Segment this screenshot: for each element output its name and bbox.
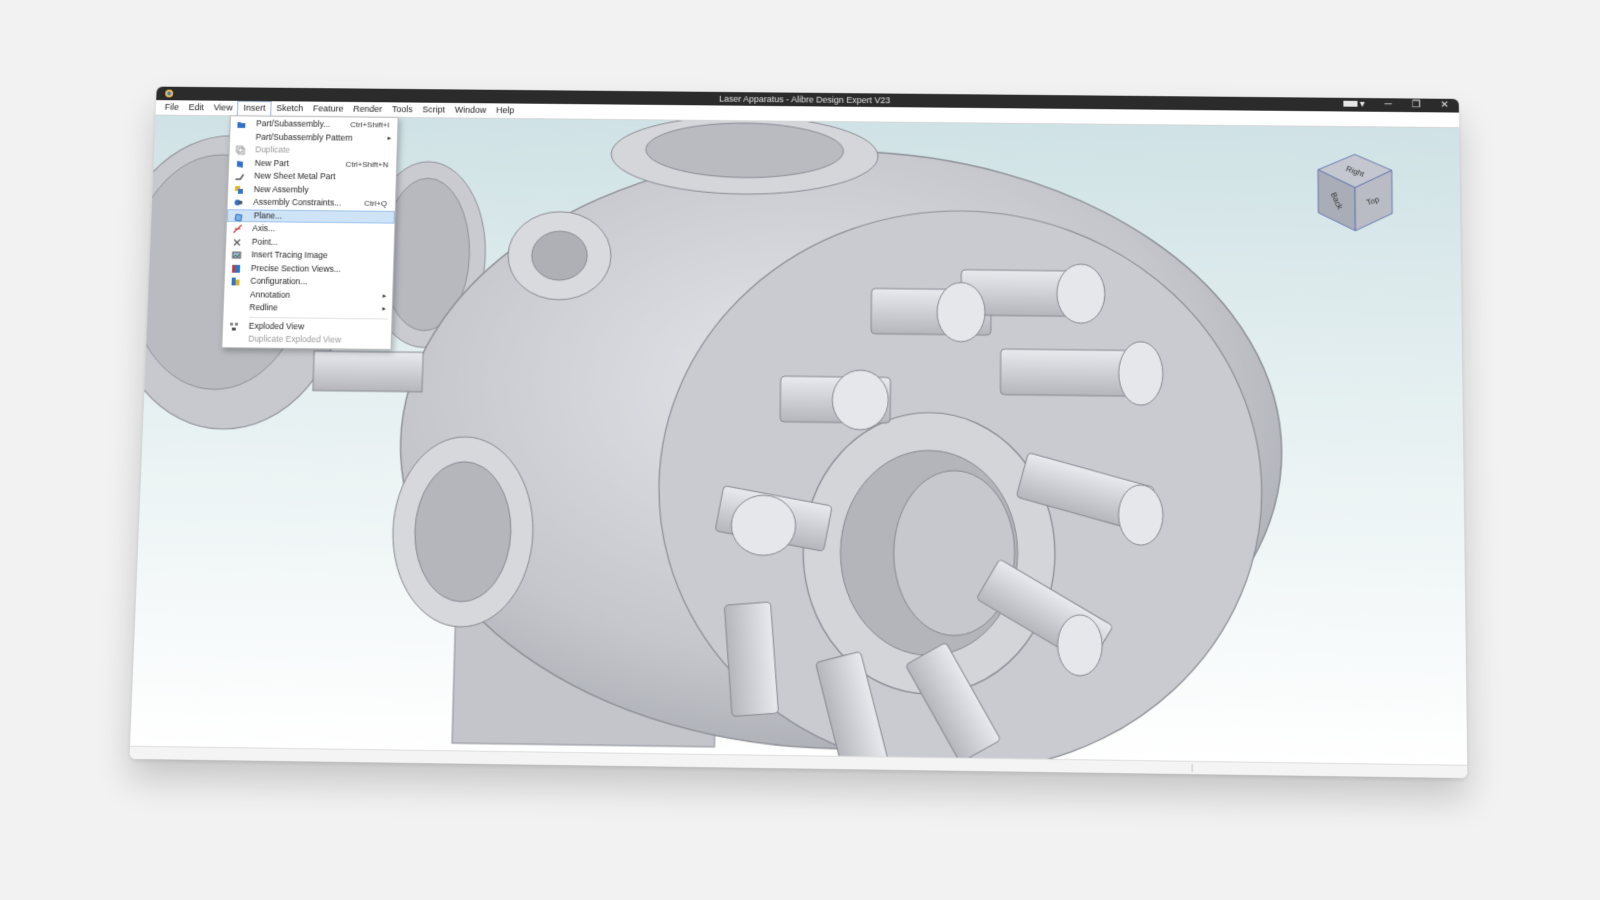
submenu-arrow-icon: ▸ (382, 292, 387, 300)
menu-item-label: Plane... (253, 209, 283, 221)
menu-window[interactable]: Window (450, 103, 492, 118)
menu-item-redline[interactable]: Redline ▸ (224, 301, 392, 316)
menu-file[interactable]: File (160, 100, 185, 115)
close-button[interactable]: ✕ (1440, 99, 1449, 113)
menu-tools[interactable]: Tools (387, 102, 418, 117)
assembly-icon (234, 185, 244, 195)
menu-item-label: New Sheet Metal Part (254, 170, 336, 182)
menu-help[interactable]: Help (491, 103, 519, 118)
layout-dropdown[interactable]: ▾ (1343, 98, 1365, 112)
app-window: Laser Apparatus - Alibre Design Expert V… (129, 86, 1468, 779)
menu-item-label: Exploded View (248, 320, 305, 331)
image-icon (231, 250, 241, 260)
menu-insert[interactable]: Insert (237, 100, 272, 116)
menu-item-label: New Part (254, 157, 290, 168)
exploded-view-icon (229, 321, 239, 331)
menu-item-label: Precise Section Views... (250, 262, 341, 274)
layout-icon (1343, 101, 1358, 108)
status-divider (1191, 763, 1193, 773)
constraint-icon (233, 198, 243, 208)
menu-view[interactable]: View (208, 101, 237, 116)
window-controls: ▾ ─ ❐ ✕ (1343, 98, 1449, 113)
menu-item-label: Axis... (252, 223, 276, 234)
menu-item-label: Part/Subassembly Pattern (255, 131, 353, 143)
part-icon (235, 158, 245, 168)
submenu-arrow-icon: ▸ (382, 305, 386, 313)
menu-feature[interactable]: Feature (308, 102, 349, 117)
menu-edit[interactable]: Edit (184, 100, 210, 115)
view-cube[interactable]: Right Back Top (1310, 148, 1401, 237)
menu-render[interactable]: Render (348, 102, 387, 117)
insert-menu-dropdown: Part/Subassembly... Ctrl+Shift+I Part/Su… (221, 115, 399, 350)
duplicate-icon (235, 145, 245, 155)
menu-script[interactable]: Script (417, 103, 450, 118)
stage: Laser Apparatus - Alibre Design Expert V… (0, 0, 1600, 900)
minimize-button[interactable]: ─ (1385, 98, 1392, 112)
menu-separator (249, 316, 388, 319)
menu-item-shortcut: Ctrl+Q (363, 198, 388, 208)
menu-item-label: Assembly Constraints... (253, 196, 342, 208)
plane-icon (234, 212, 244, 222)
menu-item-label: New Assembly (253, 183, 309, 195)
menu-item-label: Point... (251, 236, 279, 247)
menu-item-label: Insert Tracing Image (251, 249, 328, 261)
axis-icon (232, 224, 242, 234)
menu-item-label: Duplicate (255, 144, 291, 155)
restore-button[interactable]: ❐ (1412, 99, 1421, 113)
point-icon (232, 237, 242, 247)
folder-icon (236, 119, 246, 129)
configuration-icon (230, 277, 240, 287)
menu-item-label: Annotation (249, 289, 291, 300)
section-icon (231, 263, 241, 273)
menu-item-label: Part/Subassembly... (255, 118, 331, 129)
sheet-metal-icon (234, 171, 244, 181)
menu-item-label: Redline (249, 302, 279, 313)
submenu-arrow-icon: ▸ (387, 134, 392, 142)
menu-item-shortcut: Ctrl+Shift+N (345, 159, 389, 169)
menu-sketch[interactable]: Sketch (271, 101, 308, 116)
menu-item-label: Duplicate Exploded View (248, 333, 342, 345)
menu-item-shortcut: Ctrl+Shift+I (350, 120, 390, 130)
menu-item-duplicate-exploded-view[interactable]: Duplicate Exploded View (222, 332, 391, 347)
menu-item-label: Configuration... (250, 275, 308, 287)
